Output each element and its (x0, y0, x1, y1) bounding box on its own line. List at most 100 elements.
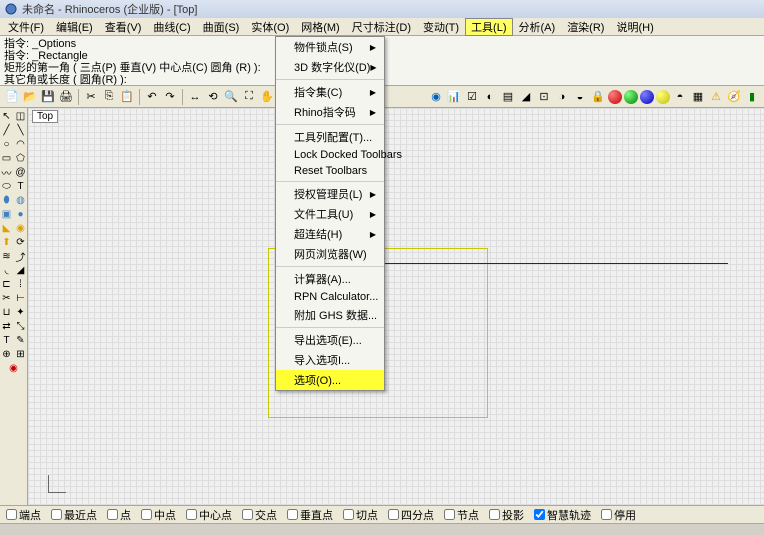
pan-icon[interactable]: ✋ (259, 89, 275, 105)
help-icon[interactable]: ▮ (744, 89, 760, 105)
rotate-icon[interactable]: ⟲ (205, 89, 221, 105)
osnap-checkbox[interactable] (444, 509, 455, 520)
warning-icon[interactable]: ⚠ (708, 89, 724, 105)
layer-off-icon[interactable]: ◉ (7, 362, 20, 375)
grid-icon[interactable]: ⊞ (14, 348, 27, 361)
menu-11[interactable]: 渲染(R) (561, 18, 610, 36)
circle-icon[interactable]: ○ (0, 138, 13, 151)
menu-12[interactable]: 说明(H) (610, 18, 659, 36)
menu-item-13[interactable]: 网页浏览器(W) (276, 244, 384, 264)
osnap-checkbox[interactable] (6, 509, 17, 520)
offset-icon[interactable]: ⊏ (0, 278, 13, 291)
menu-0[interactable]: 文件(F) (2, 18, 50, 36)
ellipse-icon[interactable]: ⬭ (0, 180, 13, 193)
menu-item-4[interactable]: Rhino指令码▶ (276, 102, 384, 122)
osnap-点[interactable]: 点 (107, 507, 131, 523)
text-icon[interactable]: T (14, 180, 27, 193)
shade-icon[interactable]: ◢ (518, 89, 534, 105)
menu-3[interactable]: 曲线(C) (147, 18, 196, 36)
osnap-交点[interactable]: 交点 (242, 507, 277, 523)
menu-item-15[interactable]: 计算器(A)... (276, 269, 384, 289)
menu-item-7[interactable]: Lock Docked Toolbars (276, 147, 384, 163)
menu-item-17[interactable]: 附加 GHS 数据... (276, 305, 384, 325)
menu-item-0[interactable]: 物件锁点(S)▶ (276, 37, 384, 57)
menu-item-12[interactable]: 超连结(H)▶ (276, 224, 384, 244)
osnap-checkbox[interactable] (287, 509, 298, 520)
menu-item-20[interactable]: 导入选项I... (276, 350, 384, 370)
rect-icon[interactable]: ▭ (0, 152, 13, 165)
polygon-icon[interactable]: ⬠ (14, 152, 27, 165)
save-icon[interactable]: 💾 (40, 89, 56, 105)
snap-icon[interactable]: ⊕ (0, 348, 13, 361)
menu-9[interactable]: 工具(L) (465, 18, 512, 36)
osnap-checkbox[interactable] (388, 509, 399, 520)
pointer-icon[interactable]: ↖ (0, 110, 13, 123)
trim-icon[interactable]: ✂ (0, 292, 13, 305)
menu-2[interactable]: 查看(V) (99, 18, 148, 36)
chamfer-icon[interactable]: ◢ (14, 264, 27, 277)
split-icon[interactable]: ⊢ (14, 292, 27, 305)
compass-icon[interactable]: 🧭 (726, 89, 742, 105)
zoom-extents-icon[interactable]: ⛶ (241, 89, 257, 105)
osnap-中点[interactable]: 中点 (141, 507, 176, 523)
osnap-checkbox[interactable] (51, 509, 62, 520)
osnap-checkbox[interactable] (601, 509, 612, 520)
osnap-四分点[interactable]: 四分点 (388, 507, 434, 523)
menu-item-3[interactable]: 指令集(C)▶ (276, 82, 384, 102)
sphere-green-icon[interactable] (624, 90, 638, 104)
osnap-checkbox[interactable] (343, 509, 354, 520)
move-icon[interactable]: ↔ (187, 89, 203, 105)
cone-icon[interactable]: ◣ (0, 222, 13, 235)
mesh-icon[interactable]: ▦ (690, 89, 706, 105)
spiral-icon[interactable]: @ (14, 166, 27, 179)
join-icon[interactable]: ⊔ (0, 306, 13, 319)
print-icon[interactable]: 🖨 (58, 89, 74, 105)
menu-item-19[interactable]: 导出选项(E)... (276, 330, 384, 350)
scale-icon[interactable]: ⤡ (14, 320, 27, 333)
menu-item-16[interactable]: RPN Calculator... (276, 289, 384, 305)
osnap-checkbox[interactable] (186, 509, 197, 520)
osnap-checkbox[interactable] (107, 509, 118, 520)
osnap-端点[interactable]: 端点 (6, 507, 41, 523)
menu-item-10[interactable]: 授权管理员(L)▶ (276, 184, 384, 204)
transform-icon[interactable]: ⇄ (0, 320, 13, 333)
curve-icon[interactable]: 〰 (0, 166, 13, 179)
viewport-label[interactable]: Top (32, 110, 58, 123)
menu-7[interactable]: 尺寸标注(D) (346, 18, 417, 36)
lock-icon[interactable]: 🔒 (590, 89, 606, 105)
menu-6[interactable]: 网格(M) (295, 18, 346, 36)
extrude-icon[interactable]: ⬆ (0, 236, 13, 249)
sphere-red-icon[interactable] (608, 90, 622, 104)
menu-1[interactable]: 编辑(E) (50, 18, 99, 36)
menu-item-11[interactable]: 文件工具(U)▶ (276, 204, 384, 224)
wireframe-icon[interactable]: ⊡ (536, 89, 552, 105)
torus-icon[interactable]: ◉ (14, 222, 27, 235)
polyline-icon[interactable]: ╲ (14, 124, 27, 137)
zoom-icon[interactable]: 🔍 (223, 89, 239, 105)
sweep-icon[interactable]: ⤴ (14, 250, 27, 263)
menu-5[interactable]: 实体(O) (245, 18, 295, 36)
array-icon[interactable]: ⁞ (14, 278, 27, 291)
osnap-垂直点[interactable]: 垂直点 (287, 507, 333, 523)
display-icon[interactable]: ▤ (500, 89, 516, 105)
toggle-icon[interactable]: ◓ (672, 89, 688, 105)
sphere-yellow-icon[interactable] (656, 90, 670, 104)
cylinder-icon[interactable]: ⬮ (0, 194, 13, 207)
revolve-icon[interactable]: ⟳ (14, 236, 27, 249)
menu-item-1[interactable]: 3D 数字化仪(D)▶ (276, 57, 384, 77)
arc-icon[interactable]: ◠ (14, 138, 27, 151)
osnap-智慧轨迹[interactable]: 智慧轨迹 (534, 507, 591, 523)
menu-8[interactable]: 变动(T) (417, 18, 465, 36)
properties-icon[interactable]: ☑ (464, 89, 480, 105)
explode-icon[interactable]: ✦ (14, 306, 27, 319)
osnap-checkbox[interactable] (489, 509, 500, 520)
osnap-checkbox[interactable] (534, 509, 545, 520)
sphere-tool-icon[interactable]: ● (14, 208, 27, 221)
redo-icon[interactable]: ↷ (162, 89, 178, 105)
loft-icon[interactable]: ≋ (0, 250, 13, 263)
menu-10[interactable]: 分析(A) (513, 18, 562, 36)
undo-icon[interactable]: ↶ (144, 89, 160, 105)
line-icon[interactable]: ╱ (0, 124, 13, 137)
new-icon[interactable]: 📄 (4, 89, 20, 105)
hidden-icon[interactable]: ◑ (554, 89, 570, 105)
